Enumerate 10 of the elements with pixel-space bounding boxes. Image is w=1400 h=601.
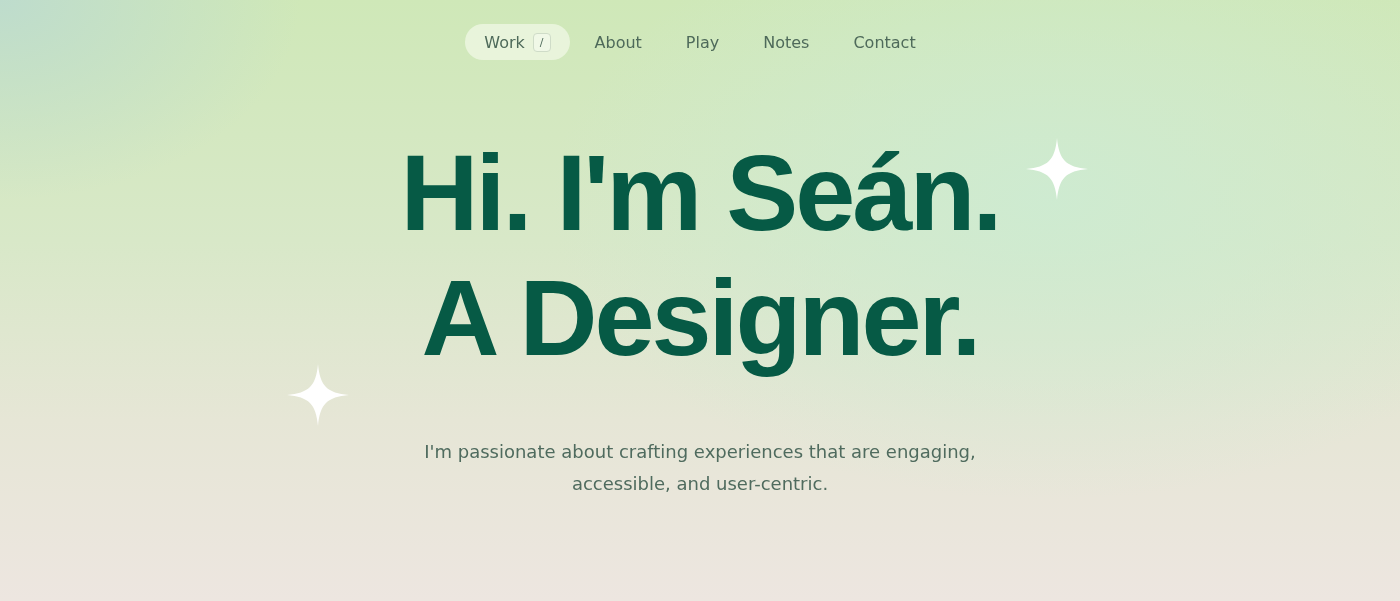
nav-link[interactable]: About [575,24,661,60]
shortcut-key: / [532,32,551,52]
nav-link[interactable]: Work / [465,24,570,60]
nav-link[interactable]: Play [666,24,739,60]
intro-text: I'm passionate about crafting experiences that are engaging, accessible, and user-centric. [423,440,977,496]
nav-label: Work [484,32,525,52]
headline-line: A Designer. [420,256,980,380]
nav-link[interactable]: Contact [834,24,935,60]
headline-line: Hi. I'm Seán. [399,131,1001,255]
nav-link[interactable]: Notes [744,24,829,60]
